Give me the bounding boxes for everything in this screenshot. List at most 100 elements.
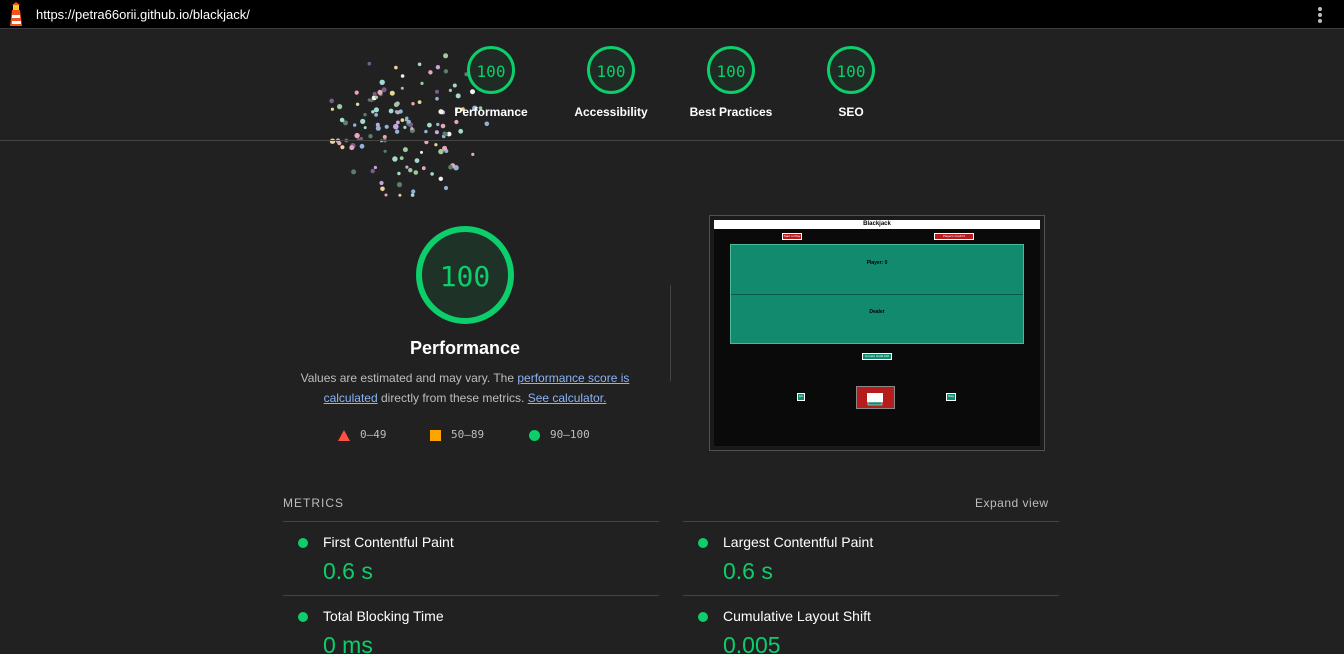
legend-pass: 90–100 [529, 428, 590, 444]
confetti-dot [440, 123, 446, 129]
metric-value: 0.6 s [323, 558, 373, 584]
confetti-dot [410, 193, 415, 197]
score-value: 100 [836, 62, 866, 81]
category-description: Values are estimated and may vary. The p… [288, 368, 642, 408]
gauge-performance[interactable]: 100 Performance [441, 46, 541, 119]
more-options-icon[interactable] [1314, 5, 1326, 25]
confetti-dot [392, 156, 398, 162]
confetti-dot [424, 129, 428, 134]
score-ring: 100 [827, 46, 875, 94]
confetti-dot [368, 134, 373, 139]
confetti-dot [411, 102, 415, 106]
confetti-dot [408, 168, 413, 173]
card-deck [856, 386, 895, 409]
confetti-dot [337, 104, 343, 110]
confetti-dot [353, 123, 357, 127]
metric-value: 0.005 [723, 632, 781, 654]
table-divider [731, 294, 1023, 295]
metric-title: Cumulative Layout Shift [723, 608, 871, 624]
confetti-dot [435, 96, 439, 101]
confetti-dot [354, 90, 359, 95]
triangle-icon [338, 429, 350, 441]
lighthouse-logo-icon [10, 2, 22, 26]
metric-title: First Contentful Paint [323, 534, 454, 550]
confetti-dot [402, 147, 408, 153]
gauge-label: Performance [454, 105, 528, 119]
gauge-label: Accessibility [574, 105, 648, 119]
confetti-dot [355, 102, 360, 107]
metric-title: Total Blocking Time [323, 608, 444, 624]
metric-lcp: Largest Contentful Paint 0.6 s [683, 522, 1059, 596]
confetti-dot [373, 107, 379, 113]
confetti-dot [400, 118, 405, 122]
pass-icon [698, 612, 708, 622]
confetti-dot [420, 81, 424, 85]
confetti-dot [363, 126, 367, 130]
expand-view-toggle[interactable]: Expand view [975, 496, 1049, 510]
confetti-dot [351, 169, 357, 175]
confetti-dot [403, 125, 407, 129]
page-url[interactable]: https://petra66orii.github.io/blackjack/ [36, 7, 250, 22]
confetti-dot [374, 113, 378, 117]
gauge-seo[interactable]: 100 SEO [801, 46, 901, 119]
confetti-dot [435, 89, 439, 94]
confetti-dot [442, 131, 447, 136]
confetti-dot [448, 164, 453, 170]
confetti-dot [380, 186, 385, 192]
confetti-dot [434, 130, 439, 135]
confetti-dot [414, 158, 420, 163]
confetti-dot [340, 145, 345, 150]
score-value: 100 [439, 260, 491, 293]
confetti-dot [421, 166, 426, 171]
metric-tbt: Total Blocking Time 0 ms [283, 596, 659, 654]
confetti-dot [442, 145, 448, 151]
pass-icon [298, 612, 308, 622]
confetti-dot [435, 65, 441, 70]
circle-icon [529, 429, 540, 441]
confetti-dot [410, 127, 414, 131]
confetti-dot [393, 123, 399, 130]
confetti-dot [407, 119, 411, 124]
see-calculator-link[interactable]: See calculator. [528, 391, 607, 405]
performance-gauge: 100 [416, 226, 514, 324]
confetti-dot [484, 121, 490, 127]
confetti-dot [377, 89, 383, 95]
confetti-dot [383, 149, 387, 153]
square-icon [430, 429, 441, 441]
confetti-dot [375, 125, 381, 131]
score-ring: 100 [467, 46, 515, 94]
confetti-dot [399, 156, 404, 160]
confetti-dot [384, 124, 389, 129]
pass-icon [298, 538, 308, 548]
metric-fcp: First Contentful Paint 0.6 s [283, 522, 659, 596]
confetti-dot [420, 150, 423, 154]
confetti-dot [413, 170, 419, 175]
credit-label: Current credit 100 [862, 353, 892, 360]
confetti-dot [337, 141, 342, 146]
final-screenshot[interactable]: Blackjack Start to Play Player's Credit … [709, 215, 1045, 451]
confetti-dot [393, 102, 399, 108]
metric-cls: Cumulative Layout Shift 0.005 [683, 596, 1059, 654]
confetti-dot [417, 100, 422, 104]
score-ring: 100 [416, 226, 514, 324]
screenshot-start-button: Start to Play [782, 233, 802, 240]
metric-value: 0.6 s [723, 558, 773, 584]
confetti-dot [379, 79, 385, 85]
confetti-dot [330, 107, 334, 111]
legend-range: 90–100 [550, 428, 590, 441]
stay-button: Stay [946, 393, 956, 401]
confetti-dot [367, 61, 372, 66]
confetti-dot [373, 165, 377, 170]
confetti-dot [397, 171, 401, 176]
gauge-accessibility[interactable]: 100 Accessibility [561, 46, 661, 119]
metrics-heading: METRICS [283, 496, 344, 510]
gauge-best-practices[interactable]: 100 Best Practices [681, 46, 781, 119]
screenshot-title: Blackjack [714, 220, 1040, 229]
confetti-dot [405, 116, 409, 120]
confetti-dot [354, 132, 360, 139]
dealer-label: Dealer [869, 309, 885, 315]
screenshot-credit-button: Player's Credit ▾ [934, 233, 974, 240]
confetti-dot [405, 165, 409, 169]
score-ring: 100 [587, 46, 635, 94]
screenshot-game-table: Player: 0 Dealer [730, 244, 1024, 344]
